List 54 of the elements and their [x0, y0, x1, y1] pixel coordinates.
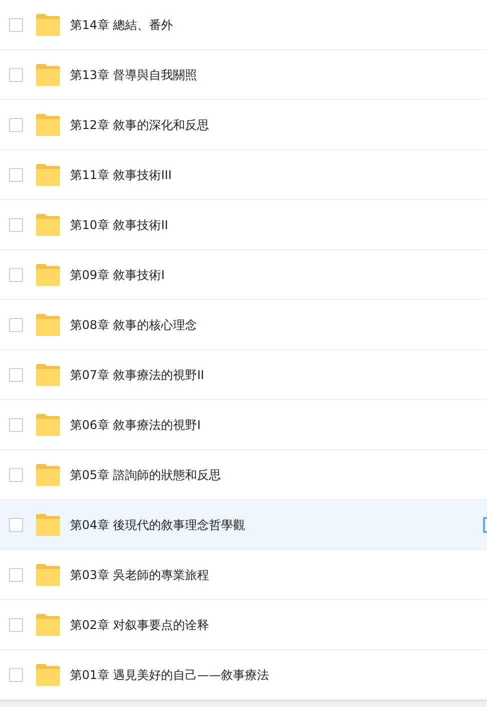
file-row[interactable]: 第07章 敘事療法的視野II [0, 350, 487, 400]
folder-name: 第09章 敘事技術I [70, 266, 165, 284]
file-row[interactable]: 第09章 敘事技術I [0, 250, 487, 300]
file-row[interactable]: 第04章 後現代的敘事理念哲學觀 [0, 500, 487, 550]
folder-icon [36, 64, 60, 86]
folder-icon [36, 164, 60, 186]
file-row[interactable]: 第10章 敘事技術II [0, 200, 487, 250]
checkbox[interactable] [9, 618, 23, 632]
checkbox[interactable] [9, 518, 23, 532]
file-row[interactable]: 第12章 敘事的深化和反思 [0, 100, 487, 150]
folder-name: 第01章 遇見美好的自己——敘事療法 [70, 666, 270, 684]
checkbox[interactable] [9, 368, 23, 382]
folder-name: 第10章 敘事技術II [70, 216, 168, 234]
folder-icon [36, 464, 60, 486]
folder-name: 第05章 諮詢師的狀態和反思 [70, 466, 222, 484]
folder-icon [36, 214, 60, 236]
checkbox[interactable] [9, 268, 23, 282]
checkbox[interactable] [9, 118, 23, 132]
file-row[interactable]: 第13章 督導與自我關照 [0, 50, 487, 100]
folder-name: 第11章 敘事技術III [70, 166, 172, 184]
folder-icon [36, 514, 60, 536]
folder-icon [36, 14, 60, 36]
folder-icon [36, 414, 60, 436]
file-row[interactable]: 第03章 吳老師的專業旅程 [0, 550, 487, 600]
file-row[interactable]: 第14章 總結、番外 [0, 0, 487, 50]
file-row[interactable]: 第06章 敘事療法的視野I [0, 400, 487, 450]
folder-icon [36, 364, 60, 386]
folder-name: 第14章 總結、番外 [70, 16, 174, 34]
checkbox[interactable] [9, 468, 23, 482]
file-row[interactable]: 第11章 敘事技術III [0, 150, 487, 200]
folder-icon [36, 564, 60, 586]
checkbox[interactable] [9, 668, 23, 682]
folder-name: 第12章 敘事的深化和反思 [70, 116, 210, 134]
checkbox[interactable] [9, 218, 23, 232]
folder-name: 第03章 吳老師的專業旅程 [70, 566, 210, 584]
folder-name: 第06章 敘事療法的視野I [70, 416, 201, 434]
folder-name: 第04章 後現代的敘事理念哲學觀 [70, 516, 246, 534]
folder-icon [36, 314, 60, 336]
folder-name: 第02章 对叙事要点的诠释 [70, 616, 210, 634]
folder-name: 第07章 敘事療法的視野II [70, 366, 204, 384]
checkbox[interactable] [9, 568, 23, 582]
folder-icon [36, 664, 60, 686]
checkbox[interactable] [9, 318, 23, 332]
folder-icon [36, 264, 60, 286]
folder-name: 第13章 督導與自我關照 [70, 66, 198, 84]
checkbox[interactable] [9, 168, 23, 182]
file-row[interactable]: 第08章 敘事的核心理念 [0, 300, 487, 350]
folder-name: 第08章 敘事的核心理念 [70, 316, 198, 334]
checkbox[interactable] [9, 418, 23, 432]
folder-icon [36, 114, 60, 136]
checkbox[interactable] [9, 18, 23, 32]
checkbox[interactable] [9, 68, 23, 82]
file-row[interactable]: 第02章 对叙事要点的诠释 [0, 600, 487, 650]
folder-icon [36, 614, 60, 636]
